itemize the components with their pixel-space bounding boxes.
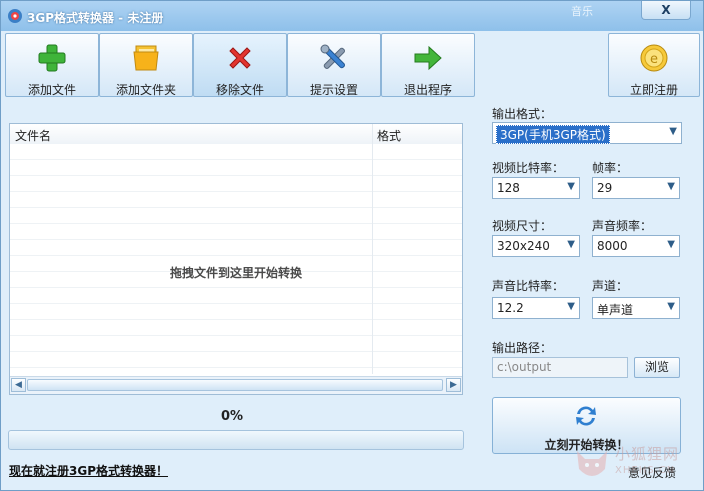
title-bar[interactable]: 3GP格式转换器 - 未注册 音乐 X [1, 1, 703, 31]
register-label: 立即注册 [629, 83, 678, 97]
video-bitrate-select[interactable]: 128 ▼ [492, 177, 580, 199]
watermark-text: 小狐狸网 [615, 445, 680, 463]
chevron-down-icon: ▼ [667, 181, 675, 192]
window-title: 3GP格式转换器 - 未注册 [27, 11, 164, 25]
progress-bar [8, 430, 464, 450]
video-size-value: 320x240 [497, 239, 550, 253]
convert-refresh-icon [576, 406, 596, 426]
add-folder-button[interactable]: 添加文件夹 [99, 33, 193, 97]
scroll-left-icon[interactable]: ◀ [11, 378, 26, 392]
file-list-rows: 拖拽文件到这里开始转换 [10, 144, 462, 376]
coin-icon: e [640, 44, 668, 72]
svg-text:e: e [650, 52, 658, 67]
output-path-label: 输出路径： [492, 341, 553, 355]
chevron-down-icon: ▼ [567, 239, 575, 250]
video-size-select[interactable]: 320x240 ▼ [492, 235, 580, 257]
video-size-label: 视频尺寸： [492, 219, 553, 233]
register-link[interactable]: 现在就注册3GP格式转换器！ [9, 462, 168, 479]
drop-hint: 拖拽文件到这里开始转换 [169, 266, 302, 280]
chevron-down-icon: ▼ [567, 301, 575, 312]
video-bitrate-label: 视频比特率： [492, 161, 565, 175]
remove-file-button[interactable]: 移除文件 [193, 33, 287, 97]
file-list-header: 文件名 格式 [10, 124, 462, 145]
column-filename[interactable]: 文件名 [15, 127, 51, 144]
exit-button[interactable]: 退出程序 [381, 33, 475, 97]
folder-icon [133, 45, 159, 71]
column-divider [372, 124, 373, 374]
hint-settings-button[interactable]: 提示设置 [287, 33, 381, 97]
horizontal-scrollbar[interactable]: ◀ ▶ [10, 376, 462, 394]
channel-select[interactable]: 单声道 ▼ [592, 297, 680, 319]
audio-frequency-label: 声音频率： [592, 219, 653, 233]
audio-frequency-select[interactable]: 8000 ▼ [592, 235, 680, 257]
output-format-value: 3GP(手机3GP格式) [496, 125, 610, 144]
fox-logo-icon [577, 451, 607, 476]
output-format-select[interactable]: 3GP(手机3GP格式) ▼ [492, 122, 682, 144]
column-format[interactable]: 格式 [377, 127, 401, 144]
framerate-label: 帧率： [592, 161, 629, 175]
scroll-right-icon[interactable]: ▶ [446, 378, 461, 392]
add-file-label: 添加文件 [27, 83, 76, 97]
plus-icon [38, 44, 66, 72]
chevron-down-icon: ▼ [667, 301, 675, 312]
arrow-right-icon [414, 45, 442, 71]
audio-bitrate-select[interactable]: 12.2 ▼ [492, 297, 580, 319]
video-bitrate-value: 128 [497, 181, 520, 195]
feedback-link[interactable]: 意见反馈 [628, 464, 676, 481]
channel-value: 单声道 [597, 303, 634, 317]
progress-percent: 0% [221, 409, 244, 424]
file-list[interactable]: 文件名 格式 拖拽文件到这里开始转换 ◀ ▶ [9, 123, 463, 395]
app-logo-icon [8, 9, 22, 23]
add-file-button[interactable]: 添加文件 [5, 33, 99, 97]
output-path-field[interactable]: c:\output [492, 357, 628, 378]
chevron-down-icon: ▼ [567, 181, 575, 192]
app-window: 3GP格式转换器 - 未注册 音乐 X 添加文件 添加文件夹 移除文件 提示设置… [0, 0, 704, 491]
framerate-select[interactable]: 29 ▼ [592, 177, 680, 199]
add-folder-label: 添加文件夹 [115, 83, 176, 97]
channel-label: 声道： [592, 279, 629, 293]
close-button[interactable]: X [641, 1, 691, 20]
browse-button[interactable]: 浏览 [634, 357, 680, 378]
audio-bitrate-value: 12.2 [497, 301, 524, 315]
register-button[interactable]: e 立即注册 [608, 33, 700, 97]
chevron-down-icon: ▼ [669, 126, 677, 137]
audio-frequency-value: 8000 [597, 239, 628, 253]
chevron-down-icon: ▼ [667, 239, 675, 250]
output-format-label: 输出格式： [492, 107, 553, 121]
exit-label: 退出程序 [403, 83, 452, 97]
tools-icon [320, 44, 345, 69]
scroll-thumb[interactable] [27, 379, 443, 391]
hint-settings-label: 提示设置 [309, 83, 358, 97]
framerate-value: 29 [597, 181, 613, 195]
audio-bitrate-label: 声音比特率： [492, 279, 565, 293]
music-tag: 音乐 [571, 5, 593, 18]
remove-file-label: 移除文件 [215, 83, 264, 97]
remove-x-icon [229, 47, 251, 69]
